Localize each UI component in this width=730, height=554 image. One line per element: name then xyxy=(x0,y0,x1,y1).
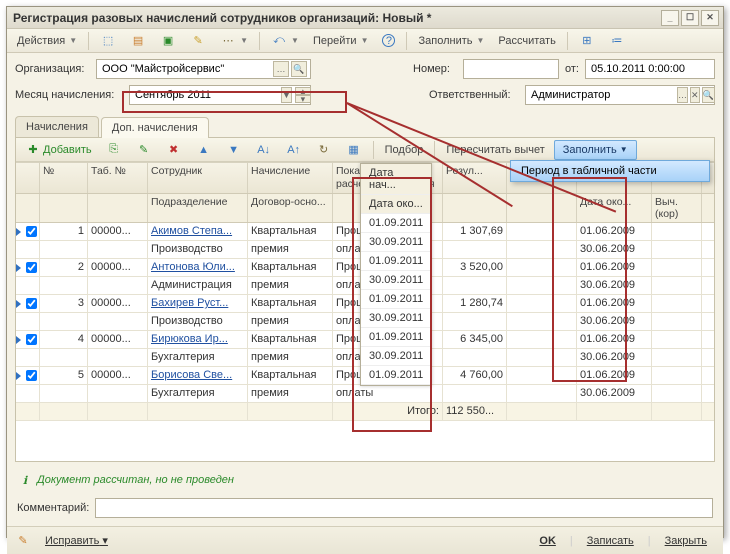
add-button[interactable]: ✚Добавить xyxy=(20,140,97,160)
month-input[interactable] xyxy=(133,87,279,103)
document-icon[interactable]: ✎ xyxy=(185,31,211,51)
resp-open-icon[interactable]: 🔍 xyxy=(702,87,715,103)
fill-period-item[interactable]: Период в табличной части xyxy=(510,160,710,182)
delete-icon[interactable]: ✖ xyxy=(161,140,187,160)
sort-asc-icon[interactable]: A↓ xyxy=(251,140,277,160)
row-marker-icon xyxy=(16,264,21,272)
month-label: Месяц начисления: xyxy=(15,89,123,101)
row-checkbox[interactable] xyxy=(26,334,37,345)
columns-icon[interactable]: ▦ xyxy=(341,140,367,160)
col-result[interactable]: Резул... xyxy=(443,163,507,193)
table-row-sub[interactable]: Бухгалтерияпремияоплаты30.06.2009 xyxy=(16,385,714,403)
month-spin-down[interactable]: ▾ xyxy=(295,95,311,103)
comment-field[interactable] xyxy=(95,498,713,518)
sort-desc-icon[interactable]: A↑ xyxy=(281,140,307,160)
move-down-icon[interactable]: ▼ xyxy=(221,140,247,160)
recalc-button[interactable]: Пересчитать вычет xyxy=(441,140,549,160)
org-field[interactable]: … 🔍 xyxy=(96,59,311,79)
resp-field[interactable]: … ✕ 🔍 xyxy=(525,85,715,105)
org-label: Организация: xyxy=(15,63,90,75)
fill-menu[interactable]: Заполнить▼ xyxy=(413,31,489,51)
close-form-button[interactable]: Закрыть xyxy=(657,532,715,550)
fill-dropdown-button[interactable]: Заполнить▼ xyxy=(554,140,637,160)
row-checkbox[interactable] xyxy=(26,298,37,309)
layout-icon-1[interactable]: ⊞ xyxy=(574,31,600,51)
close-button[interactable]: ✕ xyxy=(701,10,719,26)
date-popup: Дата нач... Дата око... 01.09.2011 30.09… xyxy=(360,163,432,386)
row-marker-icon xyxy=(16,300,21,308)
resp-select-icon[interactable]: … xyxy=(677,87,688,103)
col-n[interactable]: № xyxy=(40,163,88,193)
move-up-icon[interactable]: ▲ xyxy=(191,140,217,160)
col-employee[interactable]: Сотрудник xyxy=(148,163,248,193)
add-copy-icon[interactable]: ⎘ xyxy=(101,140,127,160)
org-open-icon[interactable]: 🔍 xyxy=(291,61,307,77)
comment-input[interactable] xyxy=(99,500,709,516)
main-toolbar: Действия▼ ⬚ ▤ ▣ ✎ ⋯▼ ⤺▼ Перейти▼ ? Запол… xyxy=(7,29,723,53)
info-icon: ℹ xyxy=(17,472,33,488)
window-title: Регистрация разовых начислений сотрудник… xyxy=(11,11,661,25)
total-row: Итого: 112 550... xyxy=(16,403,714,421)
ok-button[interactable]: OK xyxy=(531,532,564,550)
tab-extra-accruals[interactable]: Доп. начисления xyxy=(101,117,209,138)
layout-icon-2[interactable]: ≔ xyxy=(604,31,630,51)
fix-icon: ✎ xyxy=(15,533,31,549)
book-icon[interactable]: ▤ xyxy=(125,31,151,51)
resp-label: Ответственный: xyxy=(429,89,519,101)
comment-label: Комментарий: xyxy=(17,502,89,514)
row-checkbox[interactable] xyxy=(26,262,37,273)
go-menu[interactable]: Перейти▼ xyxy=(308,31,374,51)
row-marker-icon xyxy=(16,228,21,236)
fix-button[interactable]: Исправить ▾ xyxy=(37,531,116,550)
minimize-button[interactable]: _ xyxy=(661,10,679,26)
tab-accruals[interactable]: Начисления xyxy=(15,116,99,137)
row-marker-icon xyxy=(16,336,21,344)
fill-dropdown-menu: Период в табличной части xyxy=(510,160,710,182)
resp-clear-icon[interactable]: ✕ xyxy=(690,87,700,103)
help-icon[interactable]: ? xyxy=(377,31,400,51)
maximize-button[interactable]: ☐ xyxy=(681,10,699,26)
col-tabn[interactable]: Таб. № xyxy=(88,163,148,193)
row-checkbox[interactable] xyxy=(26,370,37,381)
row-checkbox[interactable] xyxy=(26,226,37,237)
back-icon[interactable]: ⤺▼ xyxy=(266,31,304,51)
edit-icon[interactable]: ✎ xyxy=(131,140,157,160)
org-input[interactable] xyxy=(100,61,271,77)
document-status: ℹ Документ рассчитан, но не проведен xyxy=(7,466,723,494)
write-button[interactable]: Записать xyxy=(579,532,642,550)
post-icon[interactable]: ▣ xyxy=(155,31,181,51)
col-subdivision[interactable]: Подразделение xyxy=(148,194,248,222)
month-dropdown-icon[interactable]: ▼ xyxy=(281,87,292,103)
selection-button[interactable]: Подбор xyxy=(380,140,429,160)
col-contract[interactable]: Договор-осно... xyxy=(248,194,333,222)
refresh-icon[interactable]: ↻ xyxy=(311,140,337,160)
actions-menu[interactable]: Действия▼ xyxy=(12,31,82,51)
date-input[interactable] xyxy=(589,61,730,77)
more-icon[interactable]: ⋯▼ xyxy=(215,31,253,51)
grid-toolbar: ✚Добавить ⎘ ✎ ✖ ▲ ▼ A↓ A↑ ↻ ▦ Подбор Пер… xyxy=(16,138,714,162)
org-select-icon[interactable]: … xyxy=(273,61,289,77)
save-icon[interactable]: ⬚ xyxy=(95,31,121,51)
calculate-button[interactable]: Рассчитать xyxy=(493,31,560,51)
col-accrual[interactable]: Начисление xyxy=(248,163,333,193)
col-date-end[interactable]: Дата око... xyxy=(577,194,652,222)
resp-input[interactable] xyxy=(529,87,675,103)
row-marker-icon xyxy=(16,372,21,380)
number-field[interactable] xyxy=(463,59,559,79)
date-field[interactable]: 📅 xyxy=(585,59,715,79)
accruals-grid: № Таб. № Сотрудник Начисление Показатели… xyxy=(16,162,714,461)
number-label: Номер: xyxy=(413,63,457,75)
month-field[interactable]: ▼ ▴ ▾ xyxy=(129,85,311,105)
